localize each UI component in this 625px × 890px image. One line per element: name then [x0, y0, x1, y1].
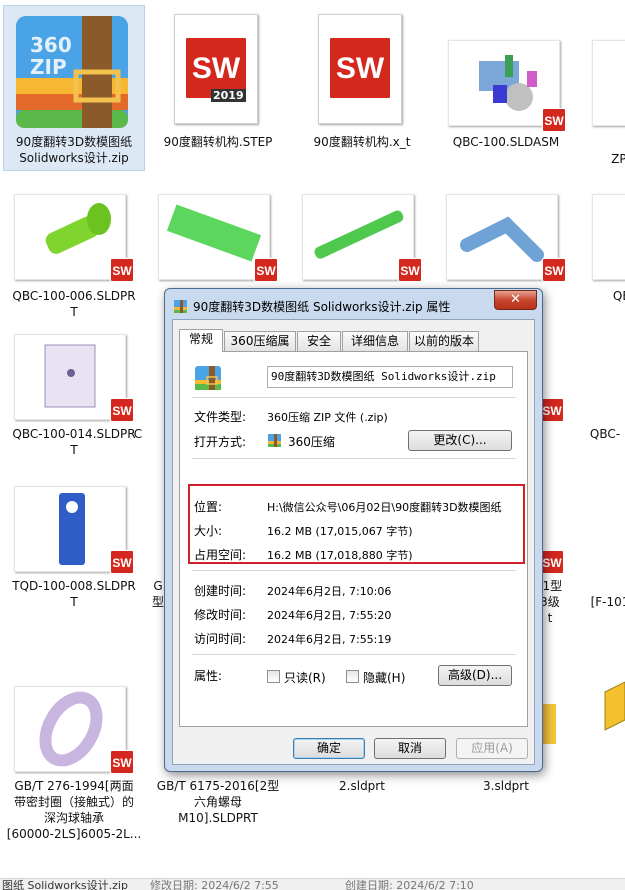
- apply-button[interactable]: 应用(A): [456, 738, 528, 759]
- separator: [192, 570, 516, 571]
- file-item-partial[interactable]: ZP2-T: [580, 6, 625, 166]
- dialog-titlebar[interactable]: 90度翻转3D数模图纸 Solidworks设计.zip 属性 ✕: [165, 289, 542, 319]
- partial-label: [F-101: [590, 595, 625, 609]
- dialog-body: 常规 360压缩属性 安全 详细信息 以前的版本 90度翻转3D数模图纸 Sol…: [172, 319, 535, 765]
- ok-button[interactable]: 确定: [293, 738, 365, 759]
- hidden-checkbox[interactable]: [346, 670, 359, 683]
- file-name: GB/T 6175-2016[2型 六角螺母 M10].SLDPRT: [156, 779, 280, 825]
- file-name: TQD-100-008.SLDPR T: [12, 579, 136, 609]
- tab-details[interactable]: 详细信息: [342, 331, 408, 351]
- file-item-xt[interactable]: SW 90度翻转机构.x_t: [292, 6, 432, 156]
- file-name: QBC-100.SLDASM: [452, 135, 560, 149]
- tab-general[interactable]: 常规: [179, 329, 223, 352]
- file-item-part[interactable]: SW TQD-100-008.SLDPR T: [4, 478, 144, 618]
- status-bar: 图纸 Solidworks设计.zip 修改日期: 2024/6/2 7:55 …: [0, 878, 625, 890]
- separator: [192, 397, 516, 398]
- status-filename: 图纸 Solidworks设计.zip: [2, 879, 128, 890]
- year-label: 2019: [211, 89, 246, 102]
- zip-archive-icon: [194, 364, 222, 392]
- document-icon: SW 2019: [174, 14, 258, 124]
- accessed-label: 访问时间:: [194, 632, 247, 646]
- properties-dialog: 90度翻转3D数模图纸 Solidworks设计.zip 属性 ✕ 常规 360…: [164, 288, 543, 772]
- filename-field[interactable]: 90度翻转3D数模图纸 Solidworks设计.zip: [267, 366, 513, 388]
- status-created: 创建日期: 2024/6/2 7:10: [345, 879, 474, 890]
- location-label: 位置:: [194, 500, 223, 514]
- location-value: H:\微信公众号\06月02日\90度翻转3D数模图纸: [267, 501, 502, 514]
- created-value: 2024年6月2日, 7:10:06: [267, 585, 392, 598]
- solidworks-badge-icon: SW: [254, 258, 278, 282]
- change-button[interactable]: 更改(C)...: [408, 430, 512, 451]
- solidworks-badge-icon: SW: [110, 550, 134, 574]
- filetype-label: 文件类型:: [194, 410, 247, 424]
- solidworks-badge-icon: SW: [398, 258, 422, 282]
- file-name: 90度翻转机构.STEP: [163, 135, 273, 149]
- status-modified: 修改日期: 2024/6/2 7:55: [150, 879, 279, 890]
- file-name: QBC-100-006.SLDPR T: [12, 289, 136, 319]
- accessed-value: 2024年6月2日, 7:55:19: [267, 633, 392, 646]
- file-item-step[interactable]: SW 2019 90度翻转机构.STEP: [148, 6, 288, 156]
- file-name: 3.sldprt: [483, 779, 529, 793]
- file-name: ZP2-T: [611, 152, 625, 166]
- solidworks-badge-icon: SW: [110, 750, 134, 774]
- file-item-part[interactable]: SW GB/T 276-1994[两面 带密封圈（接触式）的 深沟球轴承 [60…: [4, 684, 144, 844]
- close-button[interactable]: ✕: [494, 290, 537, 310]
- dialog-title: 90度翻转3D数模图纸 Solidworks设计.zip 属性: [193, 300, 451, 314]
- general-panel: 90度翻转3D数模图纸 Solidworks设计.zip 文件类型: 360压缩…: [179, 351, 528, 727]
- file-name: QBC-: [612, 289, 625, 303]
- separator: [192, 458, 516, 459]
- separator: [192, 654, 516, 655]
- solidworks-badge-icon: SW: [542, 108, 566, 132]
- file-item-part[interactable]: SW QBC-100-014.SLDPR T: [4, 326, 144, 466]
- document-icon: [592, 40, 625, 126]
- openwith-label: 打开方式:: [194, 435, 247, 449]
- openwith-value: 360压缩: [288, 435, 335, 449]
- advanced-button[interactable]: 高级(D)...: [438, 665, 512, 686]
- file-item-sldasm[interactable]: SW QBC-100.SLDASM: [436, 6, 576, 156]
- readonly-checkbox[interactable]: [267, 670, 280, 683]
- partial-label: QBC-: [589, 427, 621, 441]
- modified-value: 2024年6月2日, 7:55:20: [267, 609, 392, 622]
- document-icon: [592, 194, 625, 280]
- created-label: 创建时间:: [194, 584, 247, 598]
- file-item-zip[interactable]: 360 ZIP 90度翻转3D数模图纸 Solidworks设计.zip: [3, 5, 145, 171]
- file-name: GB/T 276-1994[两面 带密封圈（接触式）的 深沟球轴承 [60000…: [6, 779, 142, 841]
- attributes-label: 属性:: [194, 669, 223, 683]
- readonly-label: 只读(R): [284, 671, 326, 685]
- file-name: 90度翻转机构.x_t: [313, 135, 411, 149]
- zip-file-icon: [173, 299, 188, 314]
- tab-previous-versions[interactable]: 以前的版本: [409, 331, 479, 351]
- tab-360zip[interactable]: 360压缩属性: [224, 331, 296, 366]
- solidworks-badge-icon: SW: [542, 258, 566, 282]
- solidworks-badge-icon: SW: [540, 398, 564, 422]
- filetype-value: 360压缩 ZIP 文件 (.zip): [267, 411, 388, 424]
- file-name: 2.sldprt: [339, 779, 385, 793]
- partial-label: C: [133, 427, 143, 441]
- document-icon: SW: [318, 14, 402, 124]
- svg-text:ZIP: ZIP: [30, 55, 67, 79]
- solidworks-icon: SW: [329, 37, 391, 99]
- hidden-label: 隐藏(H): [363, 671, 406, 685]
- file-name: 90度翻转3D数模图纸 Solidworks设计.zip: [15, 135, 133, 165]
- zip-app-icon: [267, 433, 282, 448]
- tab-security[interactable]: 安全: [297, 331, 341, 351]
- size-label: 大小:: [194, 524, 223, 538]
- cancel-button[interactable]: 取消: [374, 738, 446, 759]
- solidworks-badge-icon: SW: [540, 550, 564, 574]
- size-value: 16.2 MB (17,015,067 字节): [267, 525, 413, 538]
- box-part-icon: [600, 680, 625, 732]
- modified-label: 修改时间:: [194, 608, 247, 622]
- solidworks-badge-icon: SW: [110, 398, 134, 422]
- close-icon: ✕: [510, 292, 521, 307]
- disksize-value: 16.2 MB (17,018,880 字节): [267, 549, 413, 562]
- zip-archive-icon: 360 ZIP: [12, 12, 132, 132]
- file-item-part[interactable]: SW QBC-100-006.SLDPR T: [4, 186, 144, 326]
- file-item-partial[interactable]: QBC-: [580, 186, 625, 326]
- disksize-label: 占用空间:: [194, 548, 247, 562]
- svg-text:360: 360: [30, 33, 72, 57]
- solidworks-badge-icon: SW: [110, 258, 134, 282]
